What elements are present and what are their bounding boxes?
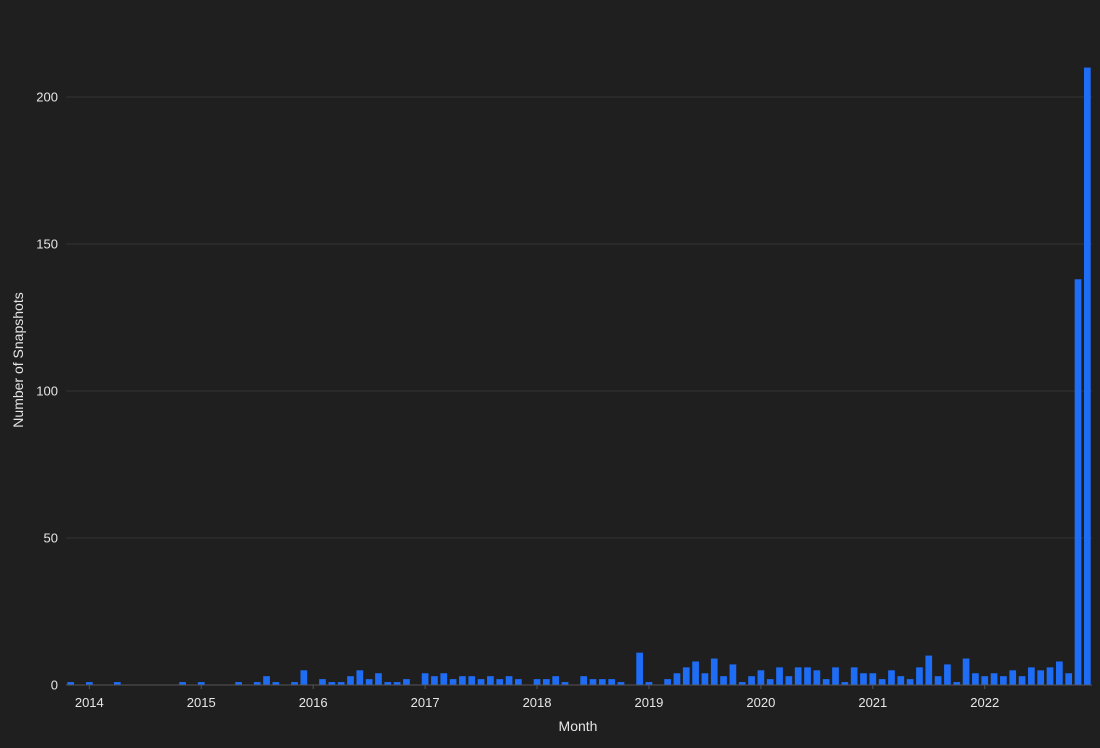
bar-50 [533,679,541,685]
bar-33 [375,673,382,685]
bar-86 [869,673,877,685]
bar-70 [720,676,727,685]
bar-107 [1065,673,1073,685]
bar-87 [878,679,886,685]
bar-52 [552,676,560,685]
grid-layer [66,96,1092,539]
bar-51 [543,679,550,685]
x-tick-label-2016: 2016 [299,695,328,710]
y-tick-label-50: 50 [44,531,58,546]
y-tick-label-100: 100 [36,384,58,399]
y-tick-label-150: 150 [36,237,58,252]
bar-97 [972,673,979,685]
bar-89 [897,676,905,685]
bars-layer [67,67,1091,686]
bar-75 [766,679,774,685]
bar-98 [981,676,989,685]
y-tick-label-200: 200 [36,90,58,105]
bar-74 [757,670,765,685]
bar-44 [477,679,485,685]
bar-43 [468,676,476,685]
bar-81 [822,679,830,685]
bar-99 [990,673,998,685]
bar-67 [692,661,699,685]
bar-92 [925,655,933,685]
bar-108 [1074,279,1082,685]
bar-93 [934,676,942,685]
bar-32 [365,679,373,685]
bar-45 [487,676,494,685]
x-tick-label-2019: 2019 [634,695,663,710]
bar-102 [1018,676,1026,685]
bar-69 [710,658,718,685]
bar-47 [505,676,513,685]
bar-56 [589,679,597,685]
x-tick-label-2014: 2014 [75,695,104,710]
x-tick-label-2017: 2017 [411,695,440,710]
x-tick-label-2018: 2018 [523,695,552,710]
bar-79 [804,667,811,685]
bar-78 [794,667,802,685]
bar-46 [496,679,504,685]
bar-38 [421,673,429,685]
bar-55 [580,676,588,685]
bar-103 [1028,667,1035,685]
bar-85 [860,673,867,685]
bar-96 [962,658,970,685]
bar-82 [832,667,839,685]
x-tick-label-2022: 2022 [970,695,999,710]
bar-73 [748,676,755,685]
bar-100 [1000,676,1007,685]
bar-65 [673,673,681,685]
bar-58 [608,679,616,685]
bar-64 [664,679,671,685]
bar-80 [813,670,821,685]
bar-66 [682,667,690,685]
bar-61 [636,652,643,685]
bar-21 [263,676,270,685]
bar-39 [431,676,438,685]
bar-30 [347,676,354,685]
bar-106 [1056,661,1063,685]
bar-105 [1046,667,1054,685]
bar-101 [1009,670,1017,685]
bar-104 [1037,670,1045,685]
bar-36 [403,679,410,685]
snapshots-bar-chart: 0 50 100 150 200 2014 2015 2016 2017 2018 2019 202… [10,67,1092,734]
y-axis: 0 50 100 150 200 [36,90,58,693]
y-axis-title: Number of Snapshots [10,292,26,427]
bar-76 [776,667,783,685]
bar-40 [440,673,448,685]
x-tick-label-2021: 2021 [858,695,887,710]
bar-77 [785,676,793,685]
x-tick-label-2020: 2020 [746,695,775,710]
y-tick-label-0: 0 [51,678,58,693]
bar-42 [459,676,466,685]
bar-68 [701,673,709,685]
x-tick-label-2015: 2015 [187,695,216,710]
bar-71 [729,664,737,685]
bar-31 [356,670,364,685]
bar-88 [888,670,895,685]
bar-41 [449,679,457,685]
bar-27 [319,679,326,685]
bar-109 [1083,67,1091,686]
bar-57 [598,679,606,685]
bar-94 [944,664,951,685]
bar-48 [515,679,522,685]
x-axis-title: Month [559,718,598,734]
bar-84 [850,667,858,685]
bar-25 [300,670,308,685]
bar-90 [906,679,914,685]
x-axis: 2014 2015 2016 2017 2018 2019 2020 2021 2022 [66,684,1092,710]
bar-91 [916,667,923,685]
chart-root: 0 50 100 150 200 2014 2015 2016 2017 2018 2019 202… [0,0,1100,748]
